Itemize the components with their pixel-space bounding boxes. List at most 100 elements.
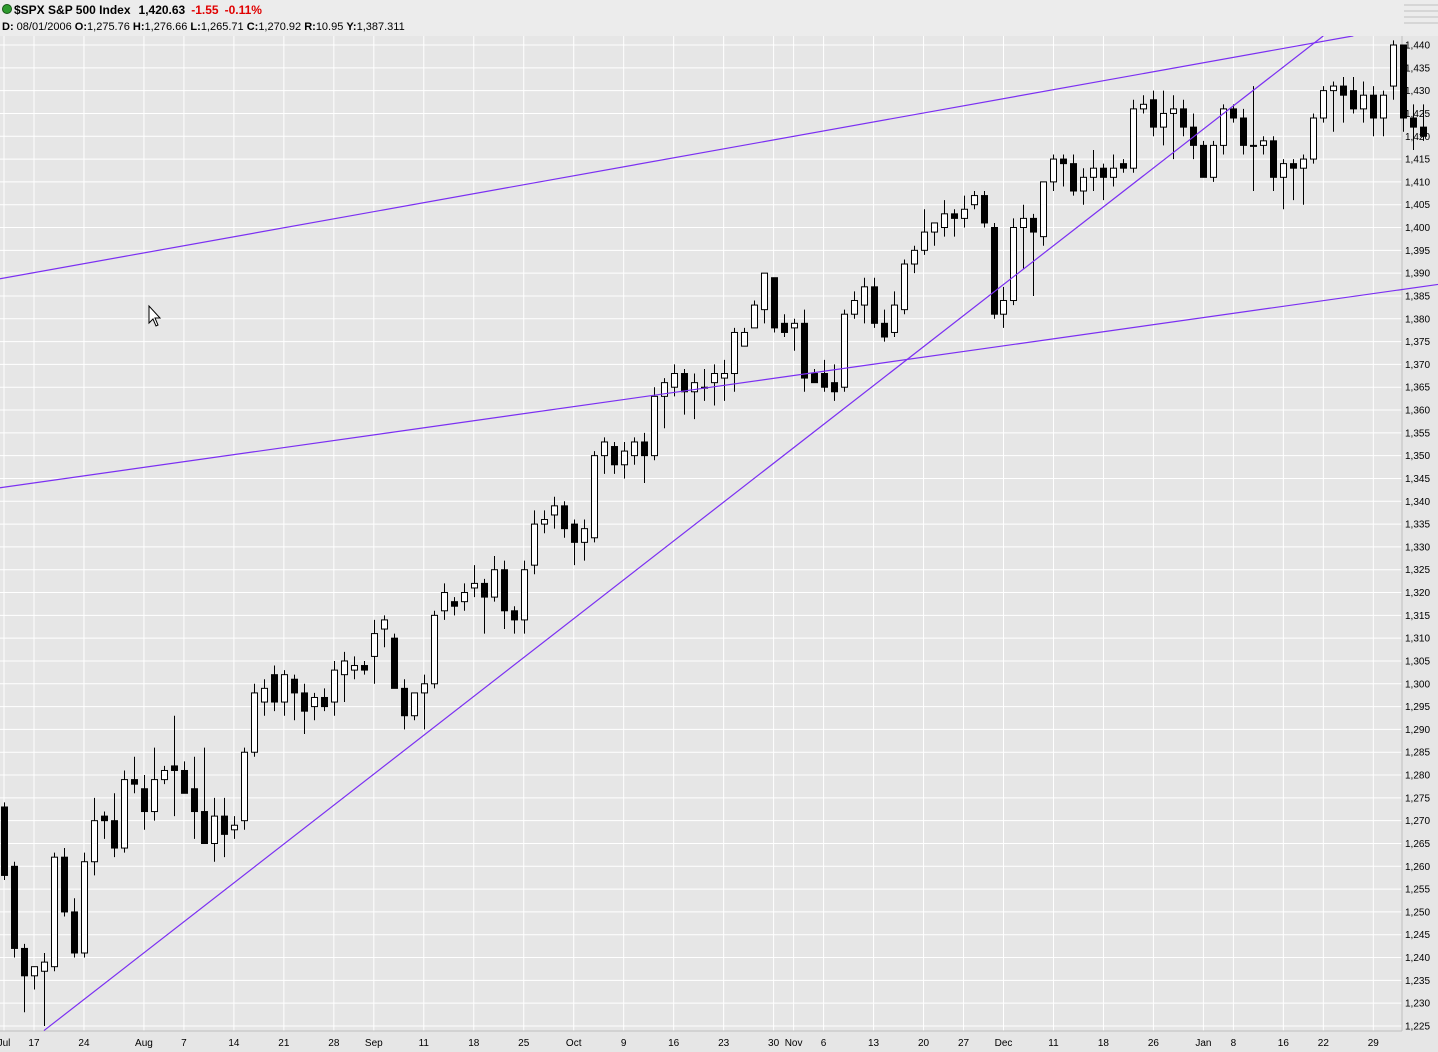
up-candle xyxy=(81,852,88,958)
candle-body xyxy=(951,213,958,219)
down-candle xyxy=(1,802,8,880)
candle-body xyxy=(81,861,88,954)
range-value: 10.95 xyxy=(315,21,344,33)
candle-body xyxy=(1310,117,1317,160)
y-tick-label: 1,340 xyxy=(1405,497,1430,508)
down-candle xyxy=(1200,140,1207,178)
candle-body xyxy=(191,788,198,813)
y-tick-label: 1,240 xyxy=(1405,953,1430,964)
candle-body xyxy=(901,263,908,311)
y-tick-label: 1,370 xyxy=(1405,360,1430,371)
candle-body xyxy=(61,856,68,913)
x-tick-label: 24 xyxy=(78,1038,90,1049)
y-tick-label: 1,275 xyxy=(1405,793,1430,804)
x-tick-label: 18 xyxy=(1098,1038,1110,1049)
candle-body xyxy=(551,505,558,516)
candle-body xyxy=(1090,167,1097,178)
candle-body xyxy=(651,395,658,457)
low-value: 1,265.71 xyxy=(200,21,244,33)
candle-body xyxy=(1010,227,1017,302)
candle-body xyxy=(1380,94,1387,119)
y-tick-label: 1,235 xyxy=(1405,976,1430,987)
candle-body xyxy=(451,601,458,607)
candle-body xyxy=(371,633,378,657)
candle-body xyxy=(341,660,348,676)
y-tick-label: 1,325 xyxy=(1405,565,1430,576)
down-candle xyxy=(771,277,778,333)
chart-header: $SPX S&P 500 Index 1,420.63 -1.55 -0.11% D:… xyxy=(0,0,1438,36)
x-tick-label: 23 xyxy=(718,1038,730,1049)
down-candle xyxy=(391,633,398,689)
up-candle xyxy=(121,770,128,853)
y-tick-label: 1,355 xyxy=(1405,428,1430,439)
candle-body xyxy=(1350,90,1357,110)
down-candle xyxy=(61,848,68,917)
candle-body xyxy=(1420,126,1427,137)
x-tick-label: 16 xyxy=(1278,1038,1290,1049)
candle-body xyxy=(801,322,808,379)
candle-body xyxy=(301,692,308,712)
y-tick-label: 1,255 xyxy=(1405,885,1430,896)
candle-body xyxy=(261,687,268,703)
close-label: C: xyxy=(246,21,259,33)
up-candle xyxy=(411,692,418,721)
candle-body xyxy=(611,446,618,466)
y-tick-label: 1,225 xyxy=(1405,1022,1430,1033)
candle-body xyxy=(871,286,878,324)
candle-body xyxy=(111,820,118,849)
range-label: R: xyxy=(304,21,316,33)
candle-body xyxy=(1200,144,1207,178)
x-tick-label: 29 xyxy=(1368,1038,1380,1049)
candle-body xyxy=(1160,112,1167,128)
high-label: H: xyxy=(132,21,145,33)
candle-body xyxy=(1360,94,1367,110)
candle-body xyxy=(201,811,208,844)
y-label: Y: xyxy=(346,21,357,33)
candle-body xyxy=(271,674,278,703)
y-tick-label: 1,345 xyxy=(1405,474,1430,485)
x-tick-label: 17 xyxy=(28,1038,40,1049)
candle-body xyxy=(811,373,818,384)
down-candle xyxy=(991,222,998,319)
open-label: O: xyxy=(74,21,88,33)
candle-body xyxy=(621,450,628,466)
candle-body xyxy=(491,569,498,598)
up-candle xyxy=(1130,99,1137,173)
candle-body xyxy=(771,277,778,329)
candle-body xyxy=(121,779,128,849)
close-value: 1,270.92 xyxy=(258,21,302,33)
candle-body xyxy=(591,455,598,539)
x-tick-label: Jan xyxy=(1195,1038,1211,1049)
candle-body xyxy=(721,373,728,379)
y-tick-label: 1,415 xyxy=(1405,155,1430,166)
resize-handle-icon[interactable] xyxy=(1404,4,1438,30)
y-tick-label: 1,380 xyxy=(1405,314,1430,325)
candle-body xyxy=(291,678,298,694)
x-tick-label: 11 xyxy=(1048,1038,1059,1049)
candle-body xyxy=(531,523,538,566)
candle-body xyxy=(1290,163,1297,169)
y-tick-label: 1,435 xyxy=(1405,63,1430,74)
candle-body xyxy=(971,195,978,206)
candle-body xyxy=(1120,163,1127,169)
y-tick-label: 1,315 xyxy=(1405,611,1430,622)
ohlc-readout: D: 08/01/2006 O:1,275.76 H:1,276.66 L:1,… xyxy=(2,21,405,33)
y-tick-label: 1,365 xyxy=(1405,383,1430,394)
x-tick-label: 16 xyxy=(668,1038,680,1049)
candle-body xyxy=(401,687,408,717)
last-price: 1,420.63 xyxy=(138,3,186,17)
candle-body xyxy=(171,765,178,771)
candle-body xyxy=(251,692,258,753)
x-tick-label: 18 xyxy=(468,1038,480,1049)
candle-body xyxy=(31,966,38,977)
candle-body xyxy=(1040,181,1047,238)
candle-body xyxy=(361,665,368,671)
x-tick-label: 14 xyxy=(228,1038,240,1049)
candlestick-chart[interactable]: Jul 17 24 Aug 7 14 21 28 Sep 11 18 25 Oct 9 16 23 30 Nov 6… xyxy=(0,36,1438,1052)
x-tick-label: 22 xyxy=(1318,1038,1330,1049)
candle-body xyxy=(891,304,898,333)
candle-body xyxy=(391,637,398,689)
up-candle xyxy=(591,451,598,543)
up-candle xyxy=(751,300,758,329)
candle-body xyxy=(1280,163,1287,178)
